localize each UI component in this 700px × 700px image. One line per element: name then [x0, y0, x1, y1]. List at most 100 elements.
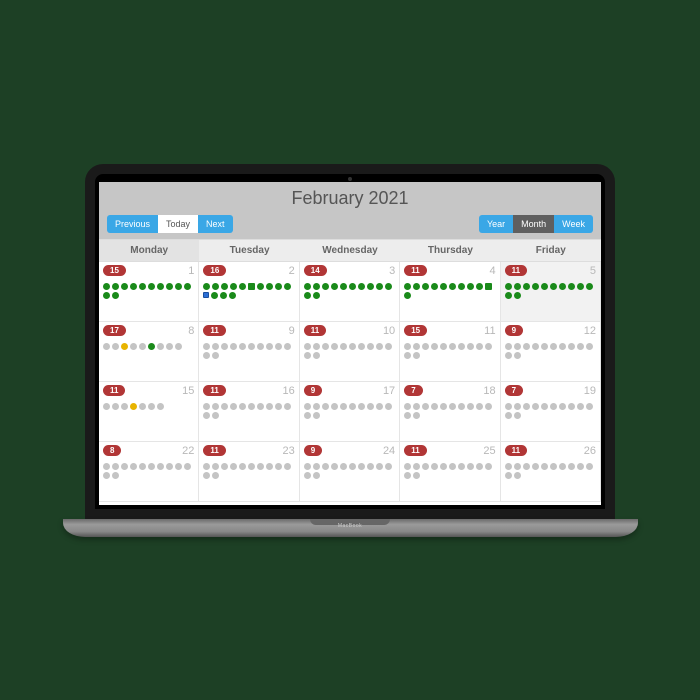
slot-dot[interactable] [284, 403, 291, 410]
slot-dot[interactable] [349, 283, 356, 290]
slot-dot[interactable] [467, 463, 474, 470]
slot-dot[interactable] [313, 412, 320, 419]
calendar-cell[interactable]: 143 [300, 262, 400, 322]
slot-dot[interactable] [148, 403, 155, 410]
slot-dot[interactable] [221, 343, 228, 350]
slot-dot[interactable] [422, 463, 429, 470]
slot-dot[interactable] [112, 403, 119, 410]
slot-dot[interactable] [458, 283, 465, 290]
slot-dot[interactable] [467, 283, 474, 290]
slot-dot[interactable] [449, 343, 456, 350]
slot-dot[interactable] [358, 343, 365, 350]
slot-dot[interactable] [349, 463, 356, 470]
slot-dot[interactable] [349, 403, 356, 410]
slot-dot[interactable] [221, 463, 228, 470]
slot-dot[interactable] [275, 463, 282, 470]
slot-dot[interactable] [103, 283, 110, 290]
year-view-button[interactable]: Year [479, 215, 513, 233]
slot-dot[interactable] [313, 403, 320, 410]
slot-dot[interactable] [212, 412, 219, 419]
slot-dot[interactable] [239, 403, 246, 410]
slot-dot[interactable] [514, 343, 521, 350]
slot-dot[interactable] [203, 283, 210, 290]
slot-dot[interactable] [541, 463, 548, 470]
slot-dot[interactable] [248, 463, 255, 470]
slot-dot[interactable] [257, 403, 264, 410]
slot-dot[interactable] [103, 472, 110, 479]
slot-dot[interactable] [449, 403, 456, 410]
slot-dot[interactable] [203, 352, 210, 359]
slot-dot[interactable] [275, 283, 282, 290]
slot-dot[interactable] [284, 343, 291, 350]
slot-dot[interactable] [331, 403, 338, 410]
slot-dot[interactable] [550, 403, 557, 410]
slot-dot[interactable] [413, 463, 420, 470]
slot-dot[interactable] [203, 292, 209, 298]
week-view-button[interactable]: Week [554, 215, 593, 233]
slot-dot[interactable] [230, 403, 237, 410]
slot-dot[interactable] [449, 283, 456, 290]
slot-dot[interactable] [532, 343, 539, 350]
slot-dot[interactable] [586, 463, 593, 470]
slot-dot[interactable] [257, 463, 264, 470]
slot-dot[interactable] [266, 283, 273, 290]
slot-dot[interactable] [340, 403, 347, 410]
slot-dot[interactable] [385, 343, 392, 350]
slot-dot[interactable] [148, 283, 155, 290]
slot-dot[interactable] [230, 283, 237, 290]
slot-dot[interactable] [121, 343, 128, 350]
slot-dot[interactable] [541, 343, 548, 350]
slot-dot[interactable] [139, 343, 146, 350]
slot-dot[interactable] [422, 403, 429, 410]
month-view-button[interactable]: Month [513, 215, 554, 233]
slot-dot[interactable] [184, 463, 191, 470]
slot-dot[interactable] [367, 403, 374, 410]
calendar-cell[interactable]: 115 [501, 262, 601, 322]
today-button[interactable]: Today [158, 215, 198, 233]
slot-dot[interactable] [559, 283, 566, 290]
slot-dot[interactable] [404, 283, 411, 290]
slot-dot[interactable] [358, 283, 365, 290]
slot-dot[interactable] [514, 472, 521, 479]
slot-dot[interactable] [376, 403, 383, 410]
slot-dot[interactable] [404, 352, 411, 359]
slot-dot[interactable] [313, 292, 320, 299]
slot-dot[interactable] [505, 412, 512, 419]
slot-dot[interactable] [404, 292, 411, 299]
slot-dot[interactable] [413, 343, 420, 350]
slot-dot[interactable] [376, 463, 383, 470]
slot-dot[interactable] [559, 463, 566, 470]
next-button[interactable]: Next [198, 215, 233, 233]
slot-dot[interactable] [304, 292, 311, 299]
slot-dot[interactable] [422, 283, 429, 290]
slot-dot[interactable] [130, 463, 137, 470]
slot-dot[interactable] [586, 343, 593, 350]
slot-dot[interactable] [485, 403, 492, 410]
slot-dot[interactable] [476, 463, 483, 470]
calendar-cell[interactable]: 119 [199, 322, 299, 382]
slot-dot[interactable] [431, 283, 438, 290]
slot-dot[interactable] [568, 343, 575, 350]
slot-dot[interactable] [505, 463, 512, 470]
slot-dot[interactable] [532, 463, 539, 470]
slot-dot[interactable] [229, 292, 236, 299]
slot-dot[interactable] [239, 463, 246, 470]
slot-dot[interactable] [304, 403, 311, 410]
slot-dot[interactable] [322, 403, 329, 410]
slot-dot[interactable] [458, 403, 465, 410]
slot-dot[interactable] [112, 463, 119, 470]
slot-dot[interactable] [203, 403, 210, 410]
slot-dot[interactable] [440, 403, 447, 410]
slot-dot[interactable] [577, 463, 584, 470]
slot-dot[interactable] [239, 343, 246, 350]
slot-dot[interactable] [175, 283, 182, 290]
slot-dot[interactable] [103, 463, 110, 470]
slot-dot[interactable] [476, 343, 483, 350]
slot-dot[interactable] [203, 472, 210, 479]
slot-dot[interactable] [103, 343, 110, 350]
slot-dot[interactable] [568, 283, 575, 290]
calendar-cell[interactable]: 822 [99, 442, 199, 502]
slot-dot[interactable] [313, 343, 320, 350]
slot-dot[interactable] [514, 412, 521, 419]
slot-dot[interactable] [523, 463, 530, 470]
